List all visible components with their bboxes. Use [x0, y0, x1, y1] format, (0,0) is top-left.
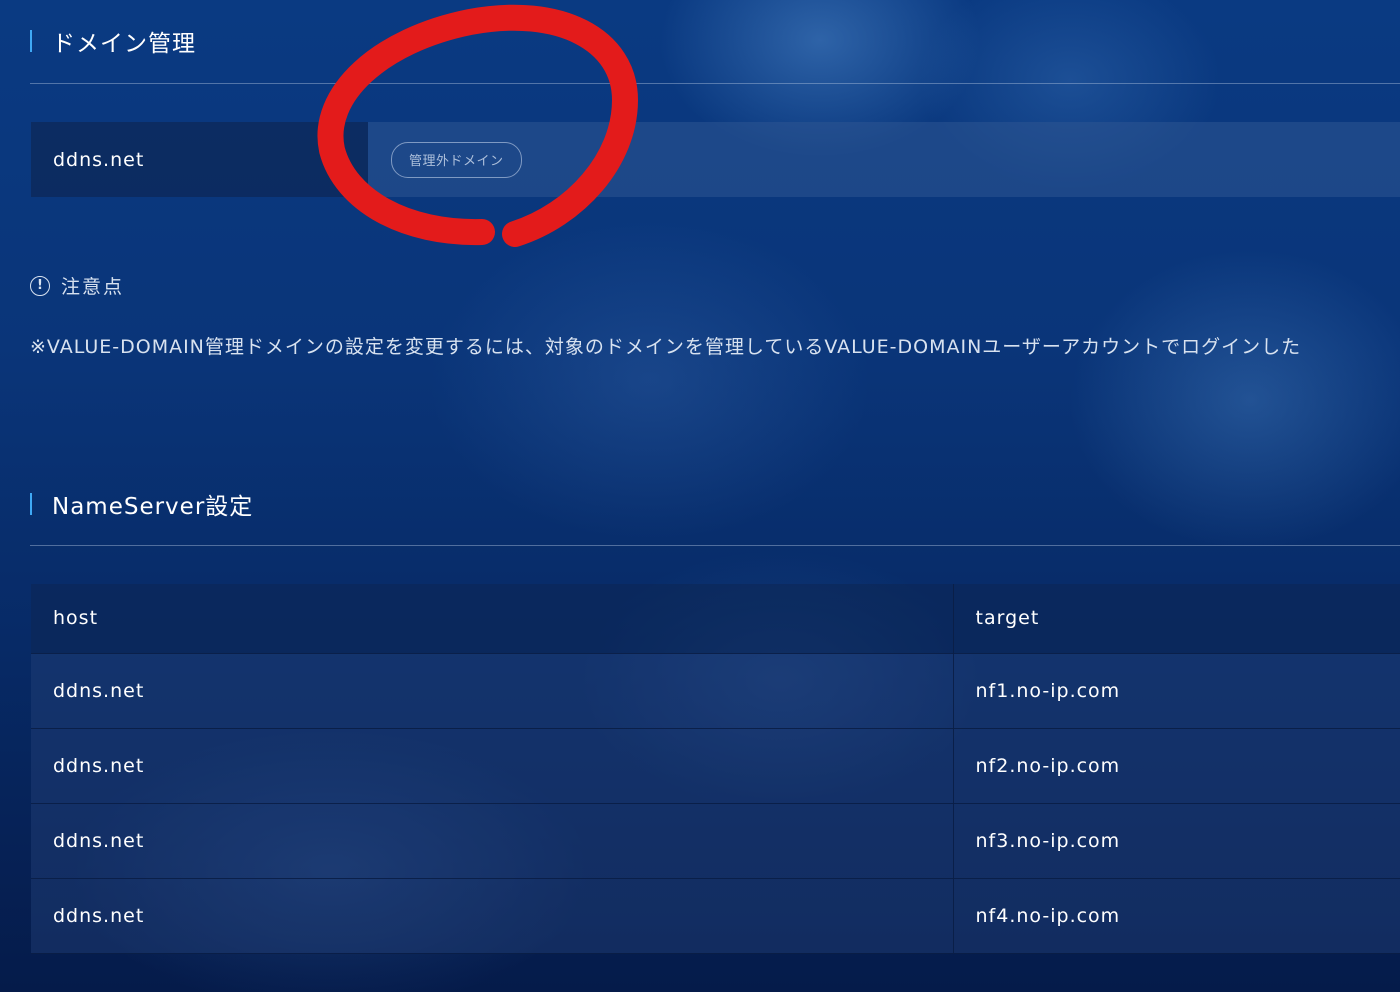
- table-row: ddns.net nf1.no-ip.com: [31, 653, 1400, 729]
- nameserver-heading: NameServer設定: [30, 491, 253, 520]
- column-header-host: host: [31, 584, 954, 654]
- heading-accent-bar: [30, 493, 32, 515]
- notice-header: ! 注意点: [30, 272, 124, 299]
- table-row: ddns.net nf4.no-ip.com: [31, 878, 1400, 954]
- domain-name-cell: ddns.net: [31, 122, 368, 197]
- table-row: ddns.net nf3.no-ip.com: [31, 803, 1400, 879]
- heading-accent-bar: [30, 30, 32, 52]
- target-cell: nf2.no-ip.com: [953, 728, 1400, 804]
- unmanaged-domain-badge: 管理外ドメイン: [391, 141, 522, 178]
- nameserver-table: host target ddns.net nf1.no-ip.com ddns.…: [31, 584, 1400, 954]
- domain-row: ddns.net 管理外ドメイン: [31, 122, 1400, 197]
- domain-management-heading: ドメイン管理: [30, 28, 196, 57]
- domain-section-divider: [30, 83, 1400, 84]
- target-cell: nf1.no-ip.com: [953, 653, 1400, 729]
- host-cell: ddns.net: [31, 653, 954, 729]
- notice-text: ※VALUE-DOMAIN管理ドメインの設定を変更するには、対象のドメインを管理…: [30, 336, 1302, 358]
- notice-title: 注意点: [61, 276, 125, 298]
- column-header-target: target: [953, 584, 1400, 654]
- target-cell: nf3.no-ip.com: [953, 803, 1400, 879]
- nameserver-section-divider: [30, 545, 1400, 546]
- table-header-row: host target: [31, 584, 1400, 654]
- host-cell: ddns.net: [31, 803, 954, 879]
- exclamation-circle-icon: !: [30, 275, 50, 296]
- domain-status-cell: 管理外ドメイン: [368, 122, 1400, 197]
- nameserver-title: NameServer設定: [52, 494, 254, 520]
- domain-management-title: ドメイン管理: [52, 31, 196, 57]
- host-cell: ddns.net: [31, 878, 954, 954]
- target-cell: nf4.no-ip.com: [953, 878, 1400, 954]
- table-row: ddns.net nf2.no-ip.com: [31, 728, 1400, 804]
- host-cell: ddns.net: [31, 728, 954, 804]
